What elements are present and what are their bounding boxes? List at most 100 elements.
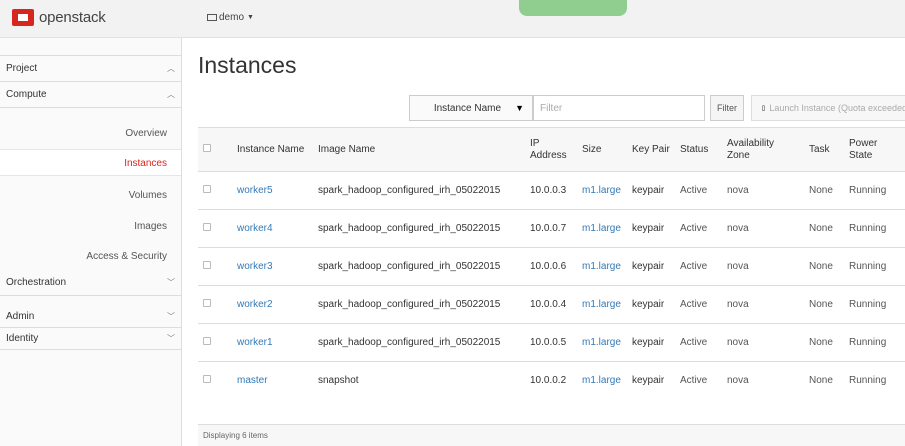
logo-text: openstack: [39, 9, 106, 26]
column-header[interactable]: Task: [804, 127, 844, 172]
ip-address: 10.0.0.4: [525, 285, 577, 324]
row-checkbox[interactable]: [203, 261, 211, 269]
row-checkbox[interactable]: [203, 337, 211, 345]
chevron-down-icon: ﹀: [167, 312, 175, 321]
sidebar-section-orchestration[interactable]: Orchestration ﹀: [0, 270, 181, 296]
availability-zone: nova: [722, 247, 804, 286]
column-header[interactable]: Key Pair: [627, 127, 675, 172]
flavor-link[interactable]: m1.large: [577, 247, 627, 286]
openstack-logo[interactable]: openstack: [12, 9, 106, 26]
sidebar-section-identity[interactable]: Identity ﹀: [0, 328, 181, 350]
flavor-link[interactable]: m1.large: [577, 323, 627, 362]
sidebar-item-volumes[interactable]: Volumes: [129, 190, 167, 201]
notification-bar: [519, 0, 627, 16]
key-pair: keypair: [627, 209, 675, 248]
availability-zone: nova: [722, 323, 804, 362]
sidebar-section-project[interactable]: Project ︿: [0, 56, 181, 82]
sidebar-item-instances[interactable]: Instances: [124, 158, 167, 169]
image-name: spark_hadoop_configured_irh_05022015: [313, 171, 525, 210]
sidebar: Project ︿ Compute ︿ Overview Instances V…: [0, 38, 182, 446]
caret-down-icon: ▼: [247, 14, 254, 21]
status: Active: [675, 323, 722, 362]
instance-name-link[interactable]: master: [232, 361, 313, 400]
column-header[interactable]: Instance Name: [232, 127, 313, 172]
power-state: Running: [844, 323, 905, 362]
flavor-link[interactable]: m1.large: [577, 285, 627, 324]
table-row: worker3 spark_hadoop_configured_irh_0502…: [198, 247, 905, 286]
column-header[interactable]: IP Address: [525, 127, 577, 172]
project-label: demo: [219, 12, 245, 23]
sidebar-section-compute[interactable]: Compute ︿: [0, 82, 181, 108]
power-state: Running: [844, 361, 905, 400]
page-title: Instances: [198, 52, 297, 78]
table-row: worker4 spark_hadoop_configured_irh_0502…: [198, 209, 905, 248]
image-name: spark_hadoop_configured_irh_05022015: [313, 247, 525, 286]
sidebar-item-images[interactable]: Images: [134, 221, 167, 232]
openstack-logo-icon: [12, 9, 34, 26]
instance-name-link[interactable]: worker3: [232, 247, 313, 286]
sidebar-section-label: Compute: [6, 89, 47, 100]
chevron-up-icon: ︿: [167, 90, 175, 99]
instance-name-link[interactable]: worker1: [232, 323, 313, 362]
power-state: Running: [844, 171, 905, 210]
instances-table: Instance Name Image Name IP Address Size…: [198, 127, 905, 400]
chevron-down-icon: ﹀: [167, 278, 175, 287]
ip-address: 10.0.0.2: [525, 361, 577, 400]
cloud-upload-icon: [762, 105, 766, 111]
column-header[interactable]: Size: [577, 127, 627, 172]
power-state: Running: [844, 285, 905, 324]
filter-field-select[interactable]: Instance Name ▼: [409, 95, 533, 121]
task: None: [804, 247, 844, 286]
flavor-link[interactable]: m1.large: [577, 361, 627, 400]
sidebar-section-admin[interactable]: Admin ﹀: [0, 306, 181, 328]
task: None: [804, 323, 844, 362]
availability-zone: nova: [722, 285, 804, 324]
launch-instance-button: Launch Instance (Quota exceeded): [751, 95, 905, 121]
power-state: Running: [844, 209, 905, 248]
filter-input[interactable]: [533, 95, 705, 121]
instance-name-link[interactable]: worker4: [232, 209, 313, 248]
ip-address: 10.0.0.7: [525, 209, 577, 248]
caret-down-icon: ▼: [515, 103, 524, 113]
status: Active: [675, 247, 722, 286]
power-state: Running: [844, 247, 905, 286]
table-row: master snapshot 10.0.0.2 m1.large keypai…: [198, 361, 905, 400]
chevron-down-icon: ﹀: [167, 334, 175, 343]
key-pair: keypair: [627, 361, 675, 400]
task: None: [804, 209, 844, 248]
select-all-checkbox[interactable]: [203, 143, 211, 152]
top-navbar: openstack demo ▼: [0, 0, 905, 38]
flavor-link[interactable]: m1.large: [577, 171, 627, 210]
key-pair: keypair: [627, 171, 675, 210]
sidebar-item-access-security[interactable]: Access & Security: [86, 251, 167, 262]
task: None: [804, 171, 844, 210]
image-name: spark_hadoop_configured_irh_05022015: [313, 323, 525, 362]
row-checkbox[interactable]: [203, 375, 211, 384]
main-content: Instances Instance Name ▼ Filter Launch …: [183, 38, 905, 446]
column-header[interactable]: Power State: [844, 127, 905, 172]
task: None: [804, 285, 844, 324]
row-checkbox[interactable]: [203, 185, 211, 193]
instance-name-link[interactable]: worker2: [232, 285, 313, 324]
sidebar-item-overview[interactable]: Overview: [125, 128, 167, 139]
flavor-link[interactable]: m1.large: [577, 209, 627, 248]
key-pair: keypair: [627, 247, 675, 286]
table-row: worker5 spark_hadoop_configured_irh_0502…: [198, 171, 905, 210]
filter-button[interactable]: Filter: [710, 95, 744, 121]
status: Active: [675, 209, 722, 248]
key-pair: keypair: [627, 323, 675, 362]
image-name: snapshot: [313, 361, 525, 400]
image-name: spark_hadoop_configured_irh_05022015: [313, 209, 525, 248]
column-header[interactable]: Availability Zone: [722, 127, 804, 172]
project-dropdown[interactable]: demo ▼: [207, 12, 254, 23]
sidebar-section-label: Admin: [6, 311, 35, 322]
instance-name-link[interactable]: worker5: [232, 171, 313, 210]
row-checkbox[interactable]: [203, 223, 211, 231]
row-checkbox[interactable]: [203, 299, 211, 307]
sidebar-section-label: Project: [6, 63, 38, 74]
column-header[interactable]: Status: [675, 127, 722, 172]
status: Active: [675, 361, 722, 400]
column-header[interactable]: Image Name: [313, 127, 525, 172]
availability-zone: nova: [722, 171, 804, 210]
image-name: spark_hadoop_configured_irh_05022015: [313, 285, 525, 324]
